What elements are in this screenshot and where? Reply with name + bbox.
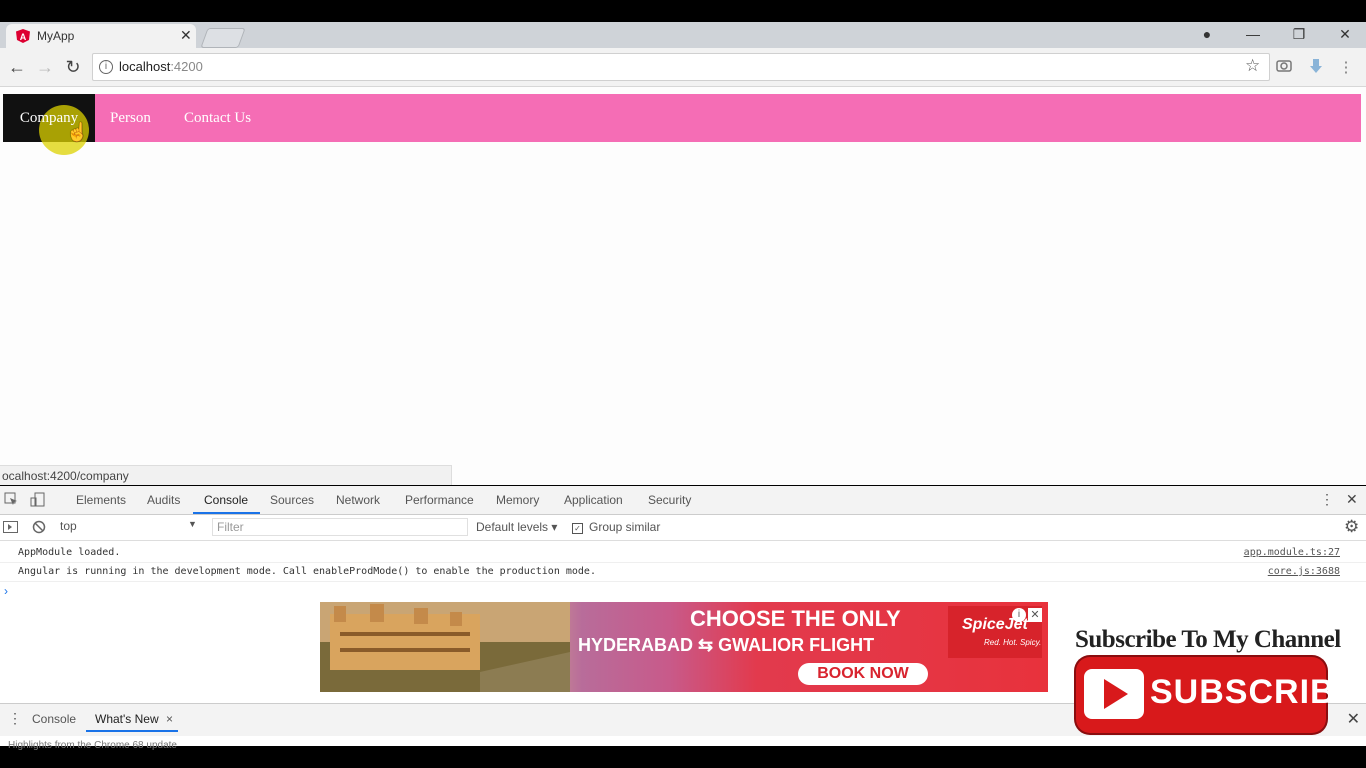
minimize-button[interactable]: — bbox=[1230, 24, 1276, 44]
drawer-close-icon[interactable]: ✕ bbox=[1347, 709, 1360, 729]
browser-tab[interactable]: A MyApp ✕ bbox=[6, 24, 196, 48]
browser-menu-icon[interactable]: ⋮ bbox=[1336, 58, 1356, 76]
sidebar-toggle-icon[interactable] bbox=[3, 520, 18, 538]
devtools-tab-bar: Elements Audits Console Sources Network … bbox=[0, 486, 1366, 515]
console-settings-gear-icon[interactable]: ⚙ bbox=[1344, 517, 1359, 537]
context-value: top bbox=[60, 519, 77, 533]
group-similar-toggle[interactable]: ✓ Group similar bbox=[572, 520, 660, 534]
ad-headline: CHOOSE THE ONLY bbox=[690, 606, 901, 631]
status-bar-url: ocalhost:4200/company bbox=[0, 465, 452, 485]
close-window-button[interactable]: ✕ bbox=[1322, 24, 1366, 44]
subscribe-button[interactable]: SUBSCRIBE bbox=[1076, 657, 1358, 733]
devtools-tab-sources[interactable]: Sources bbox=[270, 493, 314, 507]
nav-link-person[interactable]: Person bbox=[110, 94, 151, 142]
svg-text:A: A bbox=[20, 32, 27, 42]
whats-new-headline: Highlights from the Chrome 68 update bbox=[8, 740, 177, 751]
drawer-menu-icon[interactable]: ⋮ bbox=[8, 710, 22, 727]
devtools-menu-icon[interactable]: ⋮ bbox=[1320, 491, 1334, 508]
advertisement-banner[interactable]: CHOOSE THE ONLY HYDERABAD ⇆ GWALIOR FLIG… bbox=[320, 602, 1048, 692]
checkbox-icon[interactable]: ✓ bbox=[572, 523, 583, 534]
profile-icon[interactable]: ● bbox=[1184, 24, 1230, 44]
devtools-tab-elements[interactable]: Elements bbox=[76, 493, 126, 507]
devtools-tab-network[interactable]: Network bbox=[336, 493, 380, 507]
angular-favicon-icon: A bbox=[16, 29, 30, 43]
context-select[interactable]: top ▼ bbox=[60, 519, 200, 535]
log-levels-select[interactable]: Default levels ▾ bbox=[476, 520, 557, 534]
log-message: Angular is running in the development mo… bbox=[18, 566, 596, 577]
play-icon bbox=[1084, 669, 1144, 719]
forward-arrow-icon[interactable]: → bbox=[34, 56, 56, 78]
device-toolbar-icon[interactable] bbox=[30, 492, 46, 508]
clear-console-icon[interactable] bbox=[32, 520, 46, 539]
restore-button[interactable]: ❐ bbox=[1276, 24, 1322, 44]
console-prompt[interactable]: › bbox=[4, 584, 8, 598]
reload-icon[interactable]: ↻ bbox=[62, 56, 84, 78]
address-bar[interactable]: i localhost:4200 ☆ bbox=[92, 53, 1270, 81]
devtools-close-icon[interactable]: ✕ bbox=[1346, 491, 1358, 508]
fort-image bbox=[320, 602, 570, 692]
devtools-tab-performance[interactable]: Performance bbox=[405, 493, 474, 507]
url-text: localhost:4200 bbox=[119, 59, 203, 74]
new-tab-button[interactable] bbox=[200, 28, 246, 48]
bookmark-star-icon[interactable]: ☆ bbox=[1245, 56, 1260, 76]
console-filter-bar: top ▼ Filter Default levels ▾ ✓ Group sim… bbox=[0, 515, 1366, 541]
tab-close-icon[interactable]: ✕ bbox=[180, 27, 192, 44]
subscribe-label: SUBSCRIBE bbox=[1150, 673, 1360, 711]
hand-cursor-icon: ☝ bbox=[66, 122, 89, 142]
devtools-tab-security[interactable]: Security bbox=[648, 493, 691, 507]
console-log-row: AppModule loaded. app.module.ts:27 bbox=[0, 543, 1366, 563]
log-source-link[interactable]: core.js:3688 bbox=[1268, 562, 1340, 581]
ad-subheadline: HYDERABAD ⇆ GWALIOR FLIGHT bbox=[578, 635, 875, 655]
drawer-tab-whats-new[interactable]: What's New bbox=[95, 712, 159, 726]
active-tab-indicator bbox=[193, 512, 260, 514]
ad-info-icon[interactable]: i bbox=[1012, 608, 1026, 622]
devtools-tab-audits[interactable]: Audits bbox=[147, 493, 180, 507]
book-now-button[interactable]: BOOK NOW bbox=[798, 663, 928, 685]
app-navbar: Company Person Contact Us bbox=[3, 94, 1361, 155]
browser-toolbar: ← → ↻ i localhost:4200 ☆ ⋮ bbox=[0, 48, 1366, 87]
devtools-tab-console[interactable]: Console bbox=[204, 493, 248, 507]
nav-link-contact-us[interactable]: Contact Us bbox=[184, 94, 251, 142]
drawer-tab-console[interactable]: Console bbox=[32, 712, 76, 726]
log-message: AppModule loaded. bbox=[18, 547, 121, 558]
active-drawer-tab-indicator bbox=[86, 730, 178, 732]
back-arrow-icon[interactable]: ← bbox=[6, 56, 28, 78]
site-info-icon[interactable]: i bbox=[99, 60, 113, 74]
log-source-link[interactable]: app.module.ts:27 bbox=[1244, 543, 1340, 562]
page-viewport: Company Person Contact Us bbox=[0, 87, 1366, 485]
tab-title: MyApp bbox=[37, 29, 75, 43]
filter-input[interactable]: Filter bbox=[212, 518, 468, 536]
devtools-tab-application[interactable]: Application bbox=[564, 493, 623, 507]
download-extension-icon[interactable] bbox=[1306, 58, 1326, 76]
drawer-tab-close-icon[interactable]: × bbox=[166, 712, 173, 726]
url-port: :4200 bbox=[170, 59, 203, 74]
devtools-tab-memory[interactable]: Memory bbox=[496, 493, 539, 507]
url-host: localhost bbox=[119, 59, 171, 74]
ad-logo-tagline: Red. Hot. Spicy. bbox=[984, 638, 1042, 647]
subscribe-title: Subscribe To My Channel bbox=[1075, 626, 1341, 653]
dropdown-arrow-icon: ▼ bbox=[188, 519, 197, 529]
inspect-element-icon[interactable] bbox=[4, 492, 18, 506]
group-similar-label: Group similar bbox=[589, 520, 661, 534]
ad-close-icon[interactable]: ✕ bbox=[1028, 608, 1042, 622]
console-log-row: Angular is running in the development mo… bbox=[0, 562, 1366, 582]
camera-extension-icon[interactable] bbox=[1274, 58, 1294, 76]
